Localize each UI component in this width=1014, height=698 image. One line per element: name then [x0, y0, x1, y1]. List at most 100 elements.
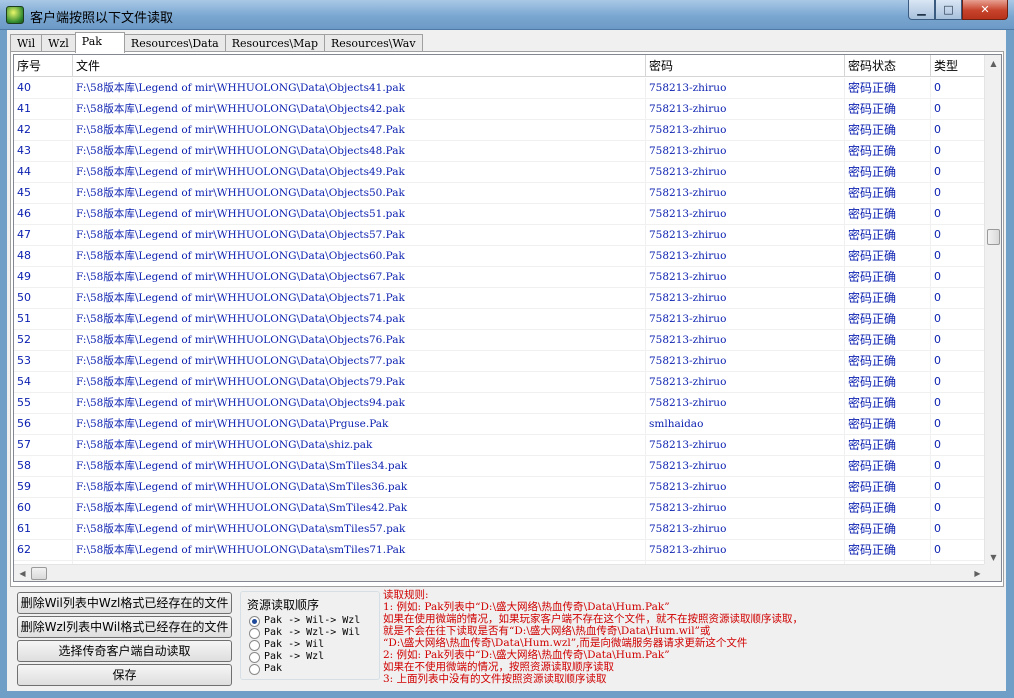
cell-index: 46	[14, 204, 73, 224]
table-row[interactable]: 60 F:\58版本库\Legend of mir\WHHUOLONG\Data\…	[14, 498, 986, 519]
table-row[interactable]: 43 F:\58版本库\Legend of mir\WHHUOLONG\Data\…	[14, 141, 986, 162]
cell-password: 758213-zhiruo	[646, 225, 845, 245]
table-row[interactable]: 59 F:\58版本库\Legend of mir\WHHUOLONG\Data\…	[14, 477, 986, 498]
cell-password-status: 密码正确	[845, 267, 931, 287]
tab-pak[interactable]: Pak	[74, 32, 125, 53]
tab-resources-data[interactable]: Resources\Data	[123, 34, 226, 52]
window-client: Wil Wzl Pak Resources\Data Resources\Map…	[7, 30, 1006, 691]
cell-password-status: 密码正确	[845, 309, 931, 329]
tab-wil[interactable]: Wil	[10, 34, 43, 52]
table-row[interactable]: 41 F:\58版本库\Legend of mir\WHHUOLONG\Data\…	[14, 99, 986, 120]
column-header-password[interactable]: 密码	[646, 55, 845, 77]
cell-password-status: 密码正确	[845, 351, 931, 371]
cell-password: 758213-zhiruo	[646, 78, 845, 98]
cell-password-status: 密码正确	[845, 183, 931, 203]
table-row[interactable]: 45 F:\58版本库\Legend of mir\WHHUOLONG\Data\…	[14, 183, 986, 204]
order-option-4[interactable]: Pak -> Wzl	[249, 651, 324, 663]
radio-button[interactable]	[249, 651, 260, 663]
rules-line: “D:\盛大网络\热血传奇\Data\Hum.wzl”,而是向微端服务器请求更新…	[383, 637, 748, 649]
column-header-type[interactable]: 类型	[931, 55, 986, 77]
cell-index: 61	[14, 519, 73, 539]
list-header: 序号 文件 密码 密码状态 类型	[14, 55, 986, 77]
cell-index: 56	[14, 414, 73, 434]
cell-index: 50	[14, 288, 73, 308]
table-row[interactable]: 62 F:\58版本库\Legend of mir\WHHUOLONG\Data\…	[14, 540, 986, 561]
tab-wzl[interactable]: Wzl	[41, 34, 76, 52]
cell-password-status: 密码正确	[845, 120, 931, 140]
cell-password-status: 密码正确	[845, 519, 931, 539]
table-row[interactable]: 58 F:\58版本库\Legend of mir\WHHUOLONG\Data\…	[14, 456, 986, 477]
cell-file: F:\58版本库\Legend of mir\WHHUOLONG\Data\sm…	[73, 540, 646, 560]
table-row[interactable]: 47 F:\58版本库\Legend of mir\WHHUOLONG\Data\…	[14, 225, 986, 246]
cell-password-status: 密码正确	[845, 99, 931, 119]
scroll-left-icon[interactable]: ◀	[14, 565, 31, 581]
order-option-3[interactable]: Pak -> Wil	[249, 639, 324, 651]
table-row[interactable]: 52 F:\58版本库\Legend of mir\WHHUOLONG\Data\…	[14, 330, 986, 351]
cell-type: 0	[931, 540, 986, 560]
cell-password: 758213-zhiruo	[646, 162, 845, 182]
order-option-2[interactable]: Pak -> Wzl-> Wil	[249, 627, 360, 639]
table-row[interactable]: 40 F:\58版本库\Legend of mir\WHHUOLONG\Data\…	[14, 78, 986, 99]
delete-wzl-duplicates-button[interactable]: 删除Wzl列表中Wil格式已经存在的文件	[17, 616, 232, 638]
vertical-scrollbar[interactable]: ▲ ▼	[984, 55, 1001, 566]
horizontal-scrollbar[interactable]: ◀ ▶	[14, 564, 986, 581]
cell-file: F:\58版本库\Legend of mir\WHHUOLONG\Data\Ob…	[73, 78, 646, 98]
table-row[interactable]: 53 F:\58版本库\Legend of mir\WHHUOLONG\Data\…	[14, 351, 986, 372]
save-button[interactable]: 保存	[17, 664, 232, 686]
tab-resources-wav[interactable]: Resources\Wav	[324, 34, 423, 52]
radio-button-selected[interactable]	[249, 615, 260, 627]
delete-wil-duplicates-button[interactable]: 删除Wil列表中Wzl格式已经存在的文件	[17, 592, 232, 614]
radio-button[interactable]	[249, 627, 260, 639]
table-row[interactable]: 42 F:\58版本库\Legend of mir\WHHUOLONG\Data\…	[14, 120, 986, 141]
cell-password-status: 密码正确	[845, 225, 931, 245]
cell-file: F:\58版本库\Legend of mir\WHHUOLONG\Data\sh…	[73, 435, 646, 455]
cell-file: F:\58版本库\Legend of mir\WHHUOLONG\Data\Ob…	[73, 330, 646, 350]
cell-type: 0	[931, 162, 986, 182]
cell-password: 758213-zhiruo	[646, 456, 845, 476]
cell-file: F:\58版本库\Legend of mir\WHHUOLONG\Data\Ob…	[73, 372, 646, 392]
cell-type: 0	[931, 477, 986, 497]
column-header-password-status[interactable]: 密码状态	[845, 55, 931, 77]
cell-type: 0	[931, 309, 986, 329]
window-controls: ▁ □ ✕	[908, 0, 1008, 20]
pak-file-list[interactable]: 序号 文件 密码 密码状态 类型 40 F:\58版本库\Legend of mi…	[13, 54, 1002, 582]
vertical-scroll-thumb[interactable]	[987, 229, 1000, 245]
cell-type: 0	[931, 204, 986, 224]
cell-password: smlhaidao	[646, 414, 845, 434]
column-header-file[interactable]: 文件	[73, 55, 646, 77]
auto-read-client-button[interactable]: 选择传奇客户端自动读取	[17, 640, 232, 662]
table-row[interactable]: 48 F:\58版本库\Legend of mir\WHHUOLONG\Data\…	[14, 246, 986, 267]
cell-index: 57	[14, 435, 73, 455]
table-row[interactable]: 55 F:\58版本库\Legend of mir\WHHUOLONG\Data\…	[14, 393, 986, 414]
table-row[interactable]: 51 F:\58版本库\Legend of mir\WHHUOLONG\Data\…	[14, 309, 986, 330]
horizontal-scroll-thumb[interactable]	[31, 567, 47, 580]
cell-password: 758213-zhiruo	[646, 204, 845, 224]
cell-password-status: 密码正确	[845, 78, 931, 98]
radio-button[interactable]	[249, 663, 260, 675]
table-row[interactable]: 50 F:\58版本库\Legend of mir\WHHUOLONG\Data\…	[14, 288, 986, 309]
scroll-up-icon[interactable]: ▲	[985, 55, 1001, 72]
order-option-5[interactable]: Pak	[249, 663, 282, 675]
cell-password: 758213-zhiruo	[646, 351, 845, 371]
table-row[interactable]: 44 F:\58版本库\Legend of mir\WHHUOLONG\Data\…	[14, 162, 986, 183]
table-row[interactable]: 49 F:\58版本库\Legend of mir\WHHUOLONG\Data\…	[14, 267, 986, 288]
maximize-button[interactable]: □	[935, 0, 962, 20]
cell-password-status: 密码正确	[845, 204, 931, 224]
minimize-button[interactable]: ▁	[908, 0, 935, 20]
table-row[interactable]: 54 F:\58版本库\Legend of mir\WHHUOLONG\Data\…	[14, 372, 986, 393]
radio-button[interactable]	[249, 639, 260, 651]
table-row[interactable]: 46 F:\58版本库\Legend of mir\WHHUOLONG\Data\…	[14, 204, 986, 225]
cell-file: F:\58版本库\Legend of mir\WHHUOLONG\Data\Ob…	[73, 267, 646, 287]
table-row[interactable]: 57 F:\58版本库\Legend of mir\WHHUOLONG\Data\…	[14, 435, 986, 456]
table-row[interactable]: 56 F:\58版本库\Legend of mir\WHHUOLONG\Data\…	[14, 414, 986, 435]
cell-file: F:\58版本库\Legend of mir\WHHUOLONG\Data\Ob…	[73, 120, 646, 140]
order-option-1[interactable]: Pak -> Wil-> Wzl	[249, 615, 360, 627]
close-button[interactable]: ✕	[962, 0, 1008, 20]
cell-index: 53	[14, 351, 73, 371]
table-row[interactable]: 61 F:\58版本库\Legend of mir\WHHUOLONG\Data\…	[14, 519, 986, 540]
rules-line: 就是不会在往下读取是否有“D:\盛大网络\热血传奇\Data\Hum.wil”或	[383, 625, 711, 637]
tab-resources-map[interactable]: Resources\Map	[224, 34, 325, 52]
cell-index: 42	[14, 120, 73, 140]
column-header-index[interactable]: 序号	[14, 55, 73, 77]
cell-password: 758213-zhiruo	[646, 309, 845, 329]
